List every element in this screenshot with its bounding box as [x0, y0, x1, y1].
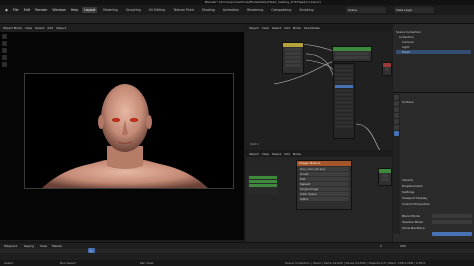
- scene-selector[interactable]: Scene: [346, 7, 386, 13]
- current-frame-label: 1: [90, 249, 92, 253]
- menu-render[interactable]: Render: [35, 8, 47, 12]
- viewport-header: Object Mode View Select Add Object: [0, 24, 244, 32]
- head-render-image: [42, 84, 208, 188]
- timeline-menu-playback[interactable]: Playback: [4, 244, 17, 248]
- move-tool-icon[interactable]: [2, 48, 7, 53]
- viewport-menu-select[interactable]: Select: [35, 26, 44, 30]
- tab-uv-editing[interactable]: UV Editing: [147, 7, 168, 13]
- viewport-menu-object[interactable]: Object: [56, 26, 66, 30]
- menu-help[interactable]: Help: [71, 8, 79, 12]
- status-box-select: Box Select: [60, 261, 76, 265]
- output-node[interactable]: [378, 168, 392, 186]
- tab-modeling[interactable]: Modeling: [101, 7, 120, 13]
- end-frame-field[interactable]: 250: [400, 244, 406, 248]
- material-tab-icon[interactable]: [394, 131, 399, 136]
- viewport-menu-add[interactable]: Add: [47, 26, 53, 30]
- lower-menu-view[interactable]: View: [262, 152, 269, 156]
- start-frame-field[interactable]: 1: [380, 244, 382, 248]
- shadow-mode-label: Shadow Mode: [402, 220, 423, 224]
- section-displacement[interactable]: Displacement: [402, 184, 423, 188]
- lower-menu-node[interactable]: Node: [293, 152, 301, 156]
- timeline-menu-keying[interactable]: Keying: [24, 244, 34, 248]
- rotate-tool-icon[interactable]: [2, 55, 7, 60]
- status-pan-view: Pan View: [140, 261, 154, 265]
- outliner[interactable]: Scene Collection Collection Camera Light…: [393, 24, 474, 92]
- color-space-field[interactable]: Color Space: [299, 192, 349, 196]
- camera-frame: [24, 73, 234, 189]
- interpolation-field[interactable]: Linear: [299, 172, 349, 176]
- extension-field[interactable]: Repeat: [299, 182, 349, 186]
- viewport-toolbar: [2, 34, 8, 94]
- menu-window[interactable]: Window: [52, 8, 65, 12]
- image-texture-title: Image Texture: [297, 161, 351, 166]
- timeline-ruler[interactable]: [0, 249, 474, 253]
- status-bar: Select Box Select Pan View Scene Collect…: [0, 260, 474, 266]
- modifier-tab-icon[interactable]: [394, 125, 399, 130]
- scale-tool-icon[interactable]: [2, 62, 7, 67]
- outliner-head[interactable]: Head: [396, 50, 471, 54]
- viewport-menu-view[interactable]: View: [25, 26, 32, 30]
- outliner-collection[interactable]: Collection: [396, 35, 471, 39]
- shadow-mode-dropdown[interactable]: [432, 220, 472, 224]
- selected-field[interactable]: [432, 232, 472, 236]
- lower-menu-select[interactable]: Select: [272, 152, 281, 156]
- world-tab-icon[interactable]: [394, 113, 399, 118]
- blend-mode-dropdown[interactable]: [432, 214, 472, 218]
- show-backface-label: Show Backface: [402, 226, 425, 230]
- section-settings[interactable]: Settings: [402, 190, 414, 194]
- outliner-light[interactable]: Light: [396, 45, 471, 49]
- section-viewport-display[interactable]: Viewport Display: [402, 196, 427, 200]
- blender-window: Blender* [/home/productions/Models/Skin/…: [0, 0, 474, 266]
- principled-bsdf-node[interactable]: [332, 46, 372, 62]
- section-surface[interactable]: Surface: [402, 100, 413, 104]
- select-tool-icon[interactable]: [2, 34, 7, 39]
- section-volume[interactable]: Volume: [402, 178, 413, 182]
- image-filename-field[interactable]: skin_color_02.png: [299, 167, 349, 171]
- texture-coordinate-node[interactable]: [282, 42, 304, 74]
- blend-mode-label: Blend Mode: [402, 214, 420, 218]
- status-info: Scene Collection | Head | Verts:14,632 |…: [285, 261, 426, 265]
- tab-rendering[interactable]: Rendering: [245, 7, 265, 13]
- object-tab-icon[interactable]: [394, 119, 399, 124]
- source-field[interactable]: Single Image: [299, 187, 349, 191]
- shader-type-dropdown[interactable]: [333, 63, 355, 139]
- timeline-menu-view[interactable]: View: [40, 244, 47, 248]
- shader-node[interactable]: [248, 175, 278, 195]
- lower-menu-add[interactable]: Add: [284, 152, 290, 156]
- lower-node-header: Object View Select Add Node: [246, 150, 392, 157]
- tab-sculpting[interactable]: Sculpting: [124, 7, 143, 13]
- properties-tabs: [393, 94, 400, 234]
- view-layer-selector[interactable]: View Layer: [394, 7, 434, 13]
- timeline-menu-marker[interactable]: Marker: [52, 244, 62, 248]
- alpha-field[interactable]: Alpha: [299, 197, 349, 201]
- section-custom-properties[interactable]: Custom Properties: [402, 202, 430, 206]
- object-mode-dropdown[interactable]: Object Mode: [3, 26, 22, 30]
- menu-file[interactable]: File: [13, 8, 19, 12]
- outliner-camera[interactable]: Camera: [396, 40, 471, 44]
- image-texture-node[interactable]: Image Texture skin_color_02.png Linear F…: [296, 160, 352, 210]
- tab-scripting[interactable]: Scripting: [297, 7, 315, 13]
- tab-shading[interactable]: Shading: [200, 7, 217, 13]
- current-frame-indicator[interactable]: 1: [88, 248, 95, 253]
- outliner-scene-collection[interactable]: Scene Collection: [396, 30, 471, 34]
- tab-texture-paint[interactable]: Texture Paint: [171, 7, 196, 13]
- tab-animation[interactable]: Animation: [221, 7, 241, 13]
- status-select: Select: [4, 261, 14, 265]
- window-title: Blender* [/home/productions/Models/Skin/…: [205, 0, 321, 4]
- tab-compositing[interactable]: Compositing: [269, 7, 293, 13]
- render-tab-icon[interactable]: [394, 95, 399, 100]
- cursor-tool-icon[interactable]: [2, 41, 7, 46]
- menu-edit[interactable]: Edit: [24, 8, 31, 12]
- material-output-node[interactable]: [382, 62, 392, 76]
- scene-tab-icon[interactable]: [394, 107, 399, 112]
- tab-layout[interactable]: Layout: [82, 7, 98, 13]
- blender-logo-icon[interactable]: ◉: [5, 8, 8, 12]
- projection-field[interactable]: Flat: [299, 177, 349, 181]
- output-tab-icon[interactable]: [394, 101, 399, 106]
- tool-settings-bar: [0, 15, 474, 24]
- lower-menu-object[interactable]: Object: [249, 152, 259, 156]
